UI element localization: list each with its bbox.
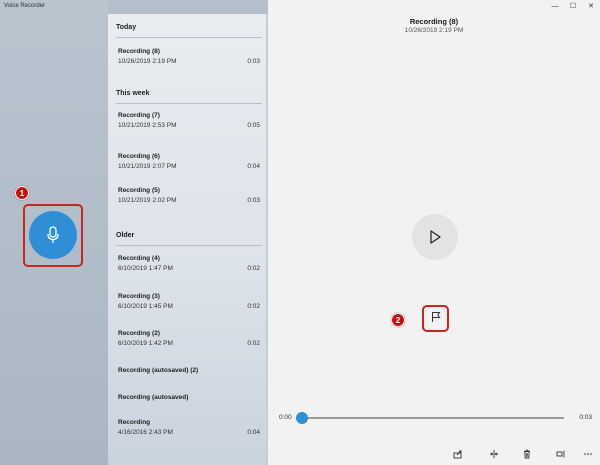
recording-name: Recording (118, 419, 151, 426)
delete-icon (524, 449, 530, 459)
recording-date: 10/26/2019 2:19 PM (404, 27, 464, 34)
group-header: This week (116, 90, 150, 97)
maximize-button[interactable]: ☐ (564, 0, 582, 12)
recording-duration: 0:04 (247, 163, 260, 170)
recording-date: 10/21/2019 2:02 PM (118, 197, 177, 204)
recording-date: 10/26/2019 2:19 PM (118, 58, 177, 65)
share-icon (453, 450, 462, 459)
trim-icon (490, 450, 498, 458)
recording-title: Recording (8) (409, 17, 459, 26)
rename-button[interactable] (553, 446, 569, 462)
group-divider (116, 103, 262, 104)
detail-pane: — ☐ ✕ Recording (8) 10/26/2019 2:19 PM 0… (268, 0, 600, 465)
trim-button[interactable] (486, 446, 502, 462)
recordings-list[interactable]: Today Recording (8) 10/26/2019 2:19 PM 0:03… (108, 14, 268, 465)
more-button[interactable] (580, 446, 596, 462)
share-button[interactable] (450, 446, 466, 462)
seek-track[interactable] (298, 417, 564, 419)
more-icon (584, 453, 592, 455)
group-header: Today (116, 24, 137, 31)
callout-number-2: 2 (391, 313, 405, 327)
rename-icon (556, 450, 565, 458)
delete-button[interactable] (519, 446, 535, 462)
group-header: Older (116, 232, 135, 239)
window-controls: — ☐ ✕ (546, 0, 600, 12)
recording-list-item[interactable]: Recording (8) 10/26/2019 2:19 PM 0:03 (108, 48, 268, 80)
recording-date: 4/16/2016 2:43 PM (118, 429, 173, 436)
recording-date: 6/10/2019 1:47 PM (118, 265, 173, 272)
recording-name: Recording (6) (118, 153, 160, 160)
close-button[interactable]: ✕ (582, 0, 600, 12)
recording-duration: 0:02 (247, 265, 260, 272)
recording-name: Recording (3) (118, 293, 160, 300)
group-divider (116, 245, 262, 246)
recording-list-item[interactable]: Recording (7) 10/21/2019 2:53 PM 0:05 (108, 112, 268, 144)
callout-box-flag (422, 305, 449, 332)
recording-duration: 0:03 (247, 197, 260, 204)
recording-name: Recording (autosaved) (118, 394, 189, 401)
group-divider (116, 37, 262, 38)
recording-name: Recording (2) (118, 330, 160, 337)
recording-duration: 0:02 (247, 303, 260, 310)
recording-name: Recording (5) (118, 187, 160, 194)
total-time: 0:03 (579, 414, 592, 421)
play-button[interactable] (412, 214, 458, 260)
recording-duration: 0:05 (247, 122, 260, 129)
callout-number-1: 1 (15, 186, 29, 200)
recording-date: 6/10/2019 1:45 PM (118, 303, 173, 310)
recording-date: 10/21/2019 2:07 PM (118, 163, 177, 170)
recording-name: Recording (7) (118, 112, 160, 119)
app-title-left: Voice Recorder (4, 3, 46, 9)
recording-list-item[interactable]: Recording 4/16/2016 2:43 PM 0:04 (108, 419, 268, 451)
recording-list-item[interactable]: Recording (4) 6/10/2019 1:47 PM 0:02 (108, 255, 268, 287)
bottom-toolbar (268, 446, 600, 462)
recording-name: Recording (4) (118, 255, 160, 262)
seek-thumb[interactable] (296, 412, 308, 424)
elapsed-time: 0:00 (279, 414, 292, 421)
recording-duration: 0:04 (247, 429, 260, 436)
recording-date: 6/10/2019 1:42 PM (118, 340, 173, 347)
minimize-button[interactable]: — (546, 0, 564, 12)
recording-name: Recording (8) (118, 48, 160, 55)
recording-list-item[interactable]: Recording (5) 10/21/2019 2:02 PM 0:03 (108, 187, 268, 219)
recording-duration: 0:03 (247, 58, 260, 65)
recording-list-item[interactable]: Recording (6) 10/21/2019 2:07 PM 0:04 (108, 153, 268, 185)
recording-date: 10/21/2019 2:53 PM (118, 122, 177, 129)
recording-name: Recording (autosaved) (2) (118, 367, 199, 374)
callout-box-record (23, 204, 83, 267)
recording-list-item[interactable]: Recording (3) 6/10/2019 1:45 PM 0:02 (108, 293, 268, 325)
recording-list-item[interactable]: Recording (2) 6/10/2019 1:42 PM 0:02 (108, 330, 268, 362)
play-icon (430, 230, 441, 244)
recording-duration: 0:02 (247, 340, 260, 347)
